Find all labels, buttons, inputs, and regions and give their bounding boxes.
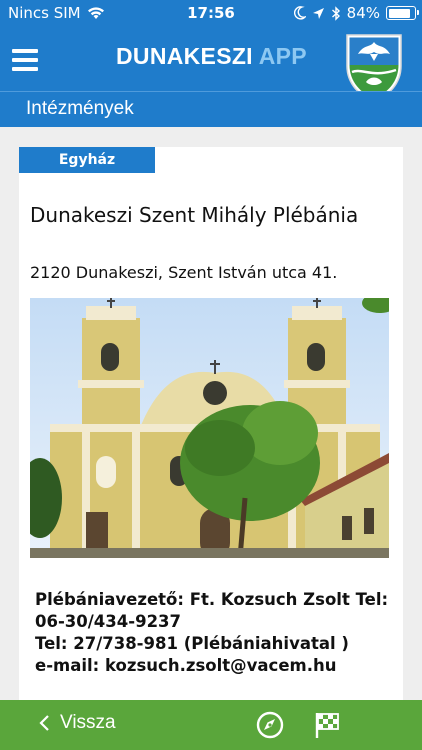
- checkered-flag-icon[interactable]: [312, 710, 342, 740]
- chevron-left-icon: [39, 715, 49, 731]
- menu-bar-line: [12, 58, 38, 62]
- menu-bar-line: [12, 49, 38, 53]
- detail-line[interactable]: Tel: 27/738-981 (Plébániahivatal ): [35, 633, 395, 655]
- back-button-label: Vissza: [60, 712, 116, 733]
- moon-icon: [293, 6, 306, 20]
- bluetooth-icon: [331, 5, 340, 21]
- category-badge: Egyház: [19, 147, 155, 173]
- status-right: 84%: [293, 4, 419, 22]
- institution-address: 2120 Dunakeszi, Szent István utca 41.: [30, 263, 338, 282]
- compass-icon[interactable]: [255, 710, 285, 740]
- institution-card: Egyház Dunakeszi Szent Mihály Plébánia 2…: [19, 147, 403, 707]
- section-bar: Intézmények: [0, 91, 422, 127]
- battery-level-fill: [388, 8, 410, 18]
- status-bar: Nincs SIM 17:56 84%: [0, 0, 422, 27]
- menu-bar-line: [12, 67, 38, 71]
- bottom-toolbar: Vissza: [0, 700, 422, 750]
- contact-details: Plébániavezető: Ft. Kozsuch Zsolt Tel: 0…: [35, 589, 395, 677]
- detail-line: Plébániavezető: Ft. Kozsuch Zsolt Tel:: [35, 590, 389, 609]
- app-title-accent: APP: [258, 43, 307, 69]
- battery-percent: 84%: [346, 4, 380, 22]
- detail-line[interactable]: e-mail: kozsuch.zsolt@vacem.hu: [35, 655, 395, 677]
- battery-icon: [386, 6, 419, 20]
- back-button[interactable]: Vissza: [38, 712, 116, 734]
- app-title-main: DUNAKESZI: [116, 43, 253, 69]
- app-title: DUNAKESZI APP: [116, 43, 307, 70]
- institution-name: Dunakeszi Szent Mihály Plébánia: [30, 203, 359, 227]
- app-header: DUNAKESZI APP: [0, 27, 422, 103]
- detail-line[interactable]: 06-30/434-9237: [35, 611, 395, 633]
- hamburger-menu-icon[interactable]: [12, 49, 38, 71]
- church-photo: [30, 298, 389, 558]
- section-title: Intézmények: [26, 98, 134, 119]
- location-arrow-icon: [312, 7, 324, 19]
